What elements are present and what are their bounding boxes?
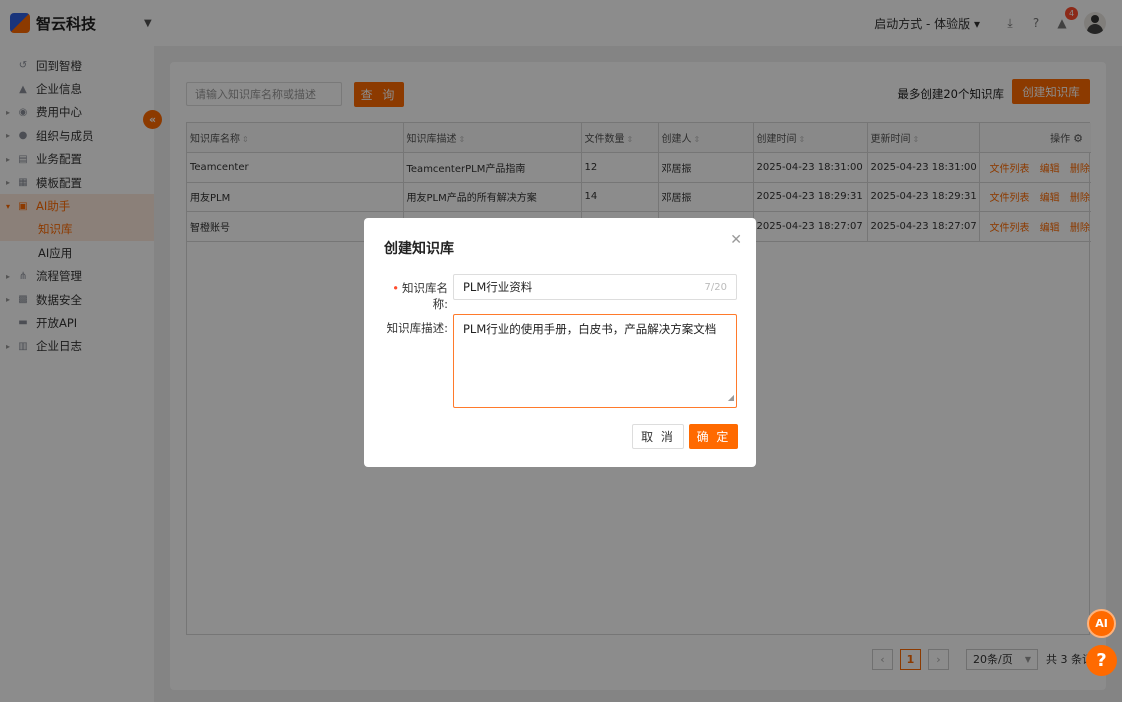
ai-assistant-float-button[interactable]: AI (1087, 609, 1116, 638)
help-float-button[interactable]: ? (1086, 645, 1117, 676)
name-field-label: • 知识库名称: (392, 281, 448, 311)
knowledge-base-desc-textarea[interactable]: PLM行业的使用手册，白皮书，产品解决方案文档 ◢ (453, 314, 737, 408)
knowledge-base-name-input[interactable]: PLM行业资料 7/20 (453, 274, 737, 300)
create-knowledge-base-dialog: 创建知识库 ✕ • 知识库名称: PLM行业资料 7/20 知识库描述: PLM行… (364, 218, 756, 467)
desc-field-label: 知识库描述: (386, 321, 448, 335)
resize-handle-icon[interactable]: ◢ (728, 390, 734, 406)
cancel-button[interactable]: 取 消 (632, 424, 684, 449)
required-marker: • (392, 281, 399, 295)
confirm-button[interactable]: 确 定 (689, 424, 738, 449)
close-icon[interactable]: ✕ (730, 232, 742, 248)
char-count: 7/20 (704, 281, 727, 293)
dialog-title: 创建知识库 (384, 241, 454, 257)
